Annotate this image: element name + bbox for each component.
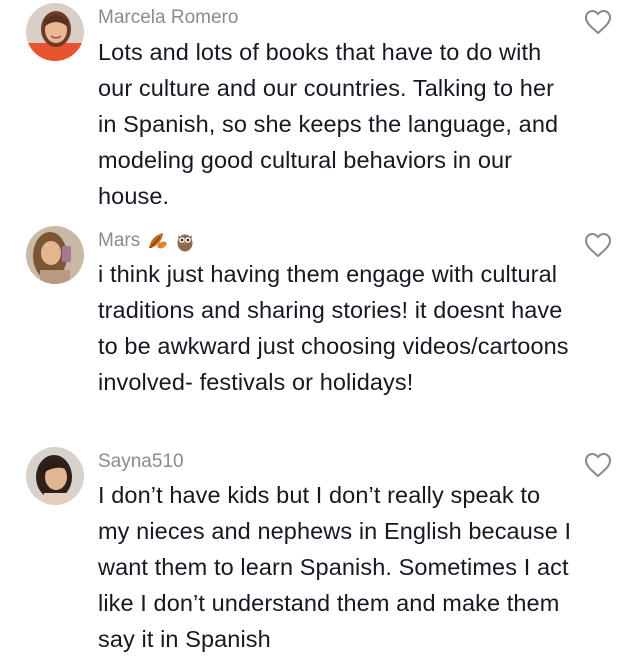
- comment-item: Sayna510 I don’t have kids but I don’t r…: [0, 444, 640, 661]
- comment-username[interactable]: Mars: [98, 230, 196, 252]
- like-button[interactable]: [584, 452, 612, 478]
- avatar[interactable]: [26, 447, 84, 505]
- comment-text: i think just having them engage with cul…: [98, 261, 569, 395]
- username-text[interactable]: Mars: [98, 230, 140, 252]
- user-photo-avatar-icon: [26, 226, 84, 284]
- comment-username[interactable]: Marcela Romero: [98, 7, 238, 29]
- heart-outline-icon: [584, 452, 612, 478]
- user-photo-avatar-icon: [26, 447, 84, 505]
- comment-text: Lots and lots of books that have to do w…: [98, 39, 559, 209]
- avatar[interactable]: [26, 3, 84, 61]
- username-text[interactable]: Marcela Romero: [98, 7, 238, 29]
- comment-item: Mars i think just having them engage wit…: [0, 222, 640, 444]
- comment-text: I don’t have kids but I don’t really spe…: [98, 482, 572, 652]
- fallen-leaf-icon: [146, 230, 168, 252]
- like-button[interactable]: [584, 9, 612, 35]
- owl-icon: [174, 230, 196, 252]
- comment-item: Marcela Romero Lots and lots of books th…: [0, 0, 640, 215]
- heart-outline-icon: [584, 232, 612, 258]
- avatar[interactable]: [26, 226, 84, 284]
- like-button[interactable]: [584, 232, 612, 258]
- comment-username[interactable]: Sayna510: [98, 451, 184, 473]
- username-text[interactable]: Sayna510: [98, 451, 184, 473]
- heart-outline-icon: [584, 9, 612, 35]
- user-photo-avatar-icon: [26, 3, 84, 61]
